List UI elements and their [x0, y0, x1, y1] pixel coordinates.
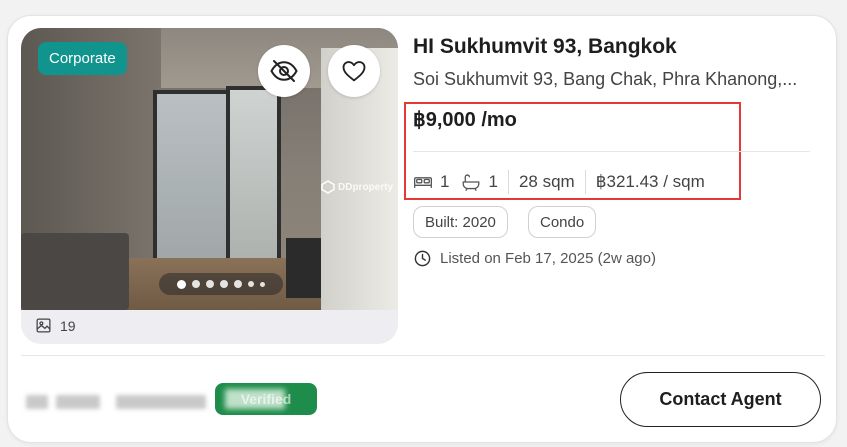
- photo-count-value: 19: [60, 317, 76, 334]
- divider: [413, 151, 810, 152]
- ddproperty-logo-icon: [321, 180, 335, 194]
- price-per-sqm: ฿321.43 / sqm: [595, 172, 705, 191]
- verified-badge: Verified: [215, 383, 317, 415]
- photo-detail: [21, 233, 129, 310]
- stats-separator: [584, 170, 586, 194]
- photo-count[interactable]: 19: [35, 317, 76, 334]
- verified-label: Verified: [240, 391, 292, 407]
- carousel-dot[interactable]: [234, 280, 242, 288]
- bed-icon: [414, 177, 432, 188]
- carousel-dot[interactable]: [260, 281, 265, 287]
- carousel-dot[interactable]: [248, 281, 254, 287]
- bathrooms-value: 1: [488, 172, 498, 191]
- listed-date-text: Listed on Feb 17, 2025 (2w ago): [440, 250, 656, 267]
- listed-date: Listed on Feb 17, 2025 (2w ago): [413, 249, 656, 268]
- built-year-tag: Built: 2020: [413, 206, 508, 238]
- floor-area: 28 sqm: [518, 172, 575, 191]
- bedrooms-value: 1: [440, 172, 450, 191]
- photo-gallery-icon: [36, 318, 51, 333]
- heart-icon: [342, 61, 366, 82]
- listing-address: Soi Sukhumvit 93, Bang Chak, Phra Khanon…: [413, 69, 798, 89]
- favorite-button[interactable]: [328, 45, 380, 97]
- carousel-indicator[interactable]: [159, 273, 283, 295]
- photo-detail: [153, 90, 231, 278]
- watermark-text: DDproperty: [338, 181, 394, 193]
- listing-title[interactable]: HI Sukhumvit 93, Bangkok: [413, 35, 677, 59]
- eye-off-icon: [270, 60, 298, 82]
- photo-watermark: DDproperty: [321, 180, 393, 194]
- bathrooms: 1: [461, 172, 498, 192]
- clock-icon: [414, 250, 431, 267]
- listing-price: ฿9,000 /mo: [413, 109, 517, 131]
- corporate-badge: Corporate: [38, 42, 127, 75]
- photo-detail: [286, 238, 326, 298]
- redacted-text: [116, 395, 206, 409]
- stats-separator: [507, 170, 509, 194]
- listing-card[interactable]: DDproperty Corporate 19 HI Sukhumvit 93,…: [7, 15, 837, 443]
- carousel-dot[interactable]: [220, 280, 228, 288]
- redacted-text: [56, 395, 100, 409]
- hide-listing-button[interactable]: [258, 45, 310, 97]
- bedrooms: 1: [413, 172, 449, 192]
- carousel-dot[interactable]: [177, 279, 186, 289]
- photo-gallery[interactable]: DDproperty Corporate 19: [21, 28, 398, 344]
- property-type-tag: Condo: [528, 206, 597, 238]
- carousel-dot[interactable]: [192, 280, 200, 288]
- bath-icon: [463, 174, 480, 191]
- contact-agent-button[interactable]: Contact Agent: [620, 372, 821, 427]
- redacted-text: [26, 395, 48, 409]
- carousel-dot[interactable]: [206, 280, 214, 288]
- listing-stats: 1 1 28 sqm ฿321.43 / sqm: [413, 169, 705, 195]
- card-divider: [21, 355, 825, 356]
- photo-detail: [226, 86, 281, 282]
